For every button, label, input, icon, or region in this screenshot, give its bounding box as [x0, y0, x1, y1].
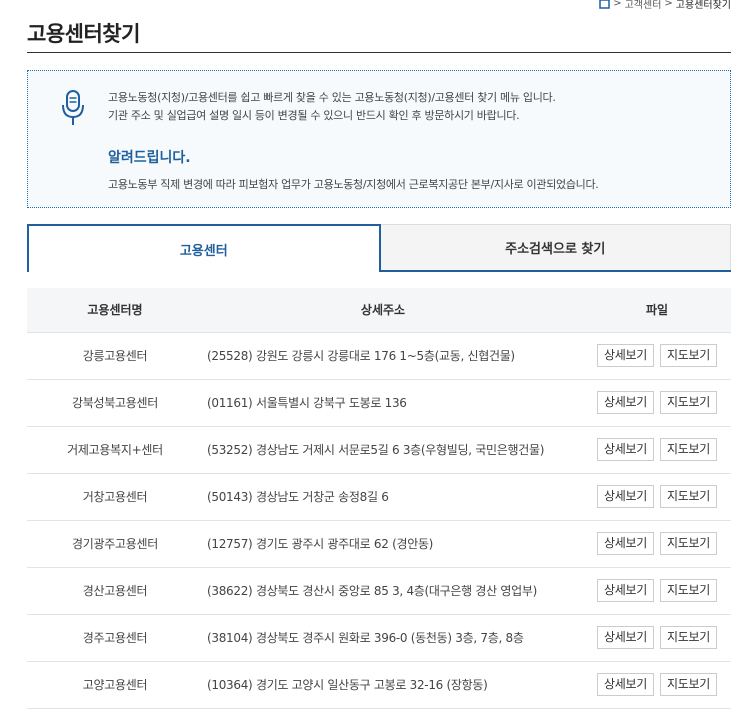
file-actions: 상세보기 지도보기 — [583, 473, 731, 521]
center-name: 경주고용센터 — [27, 614, 203, 662]
center-address: (50143) 경상남도 거창군 송정8길 6 — [203, 473, 583, 521]
map-view-button[interactable]: 지도보기 — [660, 485, 717, 508]
center-name: 거창고용센터 — [27, 473, 203, 521]
notice-text-1: 고용노동청(지청)/고용센터를 쉽고 빠르게 찾을 수 있는 고용노동청(지청)… — [108, 91, 556, 104]
center-address: (38622) 경상북도 경산시 중앙로 85 3, 4층(대구은행 경산 영업… — [203, 567, 583, 615]
detail-view-button[interactable]: 상세보기 — [597, 485, 654, 508]
notice-box: 고용노동청(지청)/고용센터를 쉽고 빠르게 찾을 수 있는 고용노동청(지청)… — [27, 70, 731, 208]
table-row: 거창고용센터 (50143) 경상남도 거창군 송정8길 6 상세보기 지도보기 — [27, 473, 731, 521]
column-header-address: 상세주소 — [203, 288, 583, 333]
table-row: 강북성북고용센터 (01161) 서울특별시 강북구 도봉로 136 상세보기 지… — [27, 379, 731, 427]
center-name: 경기광주고용센터 — [27, 520, 203, 568]
notice-heading: 알려드립니다. — [108, 150, 191, 166]
detail-view-button[interactable]: 상세보기 — [597, 579, 654, 602]
file-actions: 상세보기 지도보기 — [583, 567, 731, 615]
column-header-name: 고용센터명 — [27, 288, 203, 333]
table-row: 강릉고용센터 (25528) 강원도 강릉시 강릉대로 176 1~5층(교동,… — [27, 332, 731, 380]
notice-text-3: 고용노동부 직제 변경에 따라 피보험자 업무가 고용노동청/지청에서 근로복지… — [108, 178, 599, 191]
map-view-button[interactable]: 지도보기 — [660, 626, 717, 649]
center-table: 고용센터명 상세주소 파일 강릉고용센터 (25528) 강원도 강릉시 강릉대… — [27, 288, 731, 709]
center-name: 경산고용센터 — [27, 567, 203, 615]
center-address: (12757) 경기도 광주시 광주대로 62 (경안동) — [203, 520, 583, 568]
table-row: 경주고용센터 (38104) 경상북도 경주시 원화로 396-0 (동천동) … — [27, 614, 731, 662]
center-address: (53252) 경상남도 거제시 서문로5길 6 3층(우형빌딩, 국민은행건물… — [203, 426, 583, 474]
page-title: 고용센터찾기 — [27, 22, 140, 46]
breadcrumb: > 고객센터 > 고용센터찾기 — [599, 0, 731, 11]
title-divider — [27, 52, 731, 53]
table-header-row: 고용센터명 상세주소 파일 — [27, 288, 731, 333]
detail-view-button[interactable]: 상세보기 — [597, 532, 654, 555]
map-view-button[interactable]: 지도보기 — [660, 438, 717, 461]
breadcrumb-item-current: 고용센터찾기 — [675, 0, 731, 11]
detail-view-button[interactable]: 상세보기 — [597, 391, 654, 414]
breadcrumb-item-customer-center[interactable]: 고객센터 — [625, 0, 662, 11]
microphone-icon — [60, 89, 86, 127]
detail-view-button[interactable]: 상세보기 — [597, 438, 654, 461]
table-row: 고양고용센터 (10364) 경기도 고양시 일산동구 고봉로 32-16 (장… — [27, 661, 731, 709]
breadcrumb-separator: > — [664, 0, 673, 9]
center-name: 고양고용센터 — [27, 661, 203, 709]
center-address: (38104) 경상북도 경주시 원화로 396-0 (동천동) 3층, 7층,… — [203, 614, 583, 662]
map-view-button[interactable]: 지도보기 — [660, 344, 717, 367]
table-row: 경기광주고용센터 (12757) 경기도 광주시 광주대로 62 (경안동) 상… — [27, 520, 731, 568]
tab-employment-center[interactable]: 고용센터 — [27, 224, 381, 272]
file-actions: 상세보기 지도보기 — [583, 379, 731, 427]
detail-view-button[interactable]: 상세보기 — [597, 626, 654, 649]
column-header-file: 파일 — [583, 288, 731, 333]
tab-bar: 고용센터 주소검색으로 찾기 — [27, 224, 731, 272]
file-actions: 상세보기 지도보기 — [583, 426, 731, 474]
center-name: 거제고용복지+센터 — [27, 426, 203, 474]
center-name: 강북성북고용센터 — [27, 379, 203, 427]
breadcrumb-separator: > — [613, 0, 622, 9]
table-row: 경산고용센터 (38622) 경상북도 경산시 중앙로 85 3, 4층(대구은… — [27, 567, 731, 615]
detail-view-button[interactable]: 상세보기 — [597, 673, 654, 696]
notice-text-2: 기관 주소 및 실업급여 설명 일시 등이 변경될 수 있으니 반드시 확인 후… — [108, 109, 520, 122]
map-view-button[interactable]: 지도보기 — [660, 391, 717, 414]
center-address: (10364) 경기도 고양시 일산동구 고봉로 32-16 (장항동) — [203, 661, 583, 709]
map-view-button[interactable]: 지도보기 — [660, 673, 717, 696]
home-icon[interactable] — [599, 0, 610, 9]
center-address: (01161) 서울특별시 강북구 도봉로 136 — [203, 379, 583, 427]
file-actions: 상세보기 지도보기 — [583, 614, 731, 662]
center-address: (25528) 강원도 강릉시 강릉대로 176 1~5층(교동, 신협건물) — [203, 332, 583, 380]
detail-view-button[interactable]: 상세보기 — [597, 344, 654, 367]
map-view-button[interactable]: 지도보기 — [660, 579, 717, 602]
file-actions: 상세보기 지도보기 — [583, 332, 731, 380]
file-actions: 상세보기 지도보기 — [583, 661, 731, 709]
file-actions: 상세보기 지도보기 — [583, 520, 731, 568]
page: > 고객센터 > 고용센터찾기 고용센터찾기 고용노동청(지청)/고용센터를 쉽… — [0, 0, 750, 713]
tab-address-search[interactable]: 주소검색으로 찾기 — [380, 224, 731, 270]
table-row: 거제고용복지+센터 (53252) 경상남도 거제시 서문로5길 6 3층(우형… — [27, 426, 731, 474]
map-view-button[interactable]: 지도보기 — [660, 532, 717, 555]
center-name: 강릉고용센터 — [27, 332, 203, 380]
